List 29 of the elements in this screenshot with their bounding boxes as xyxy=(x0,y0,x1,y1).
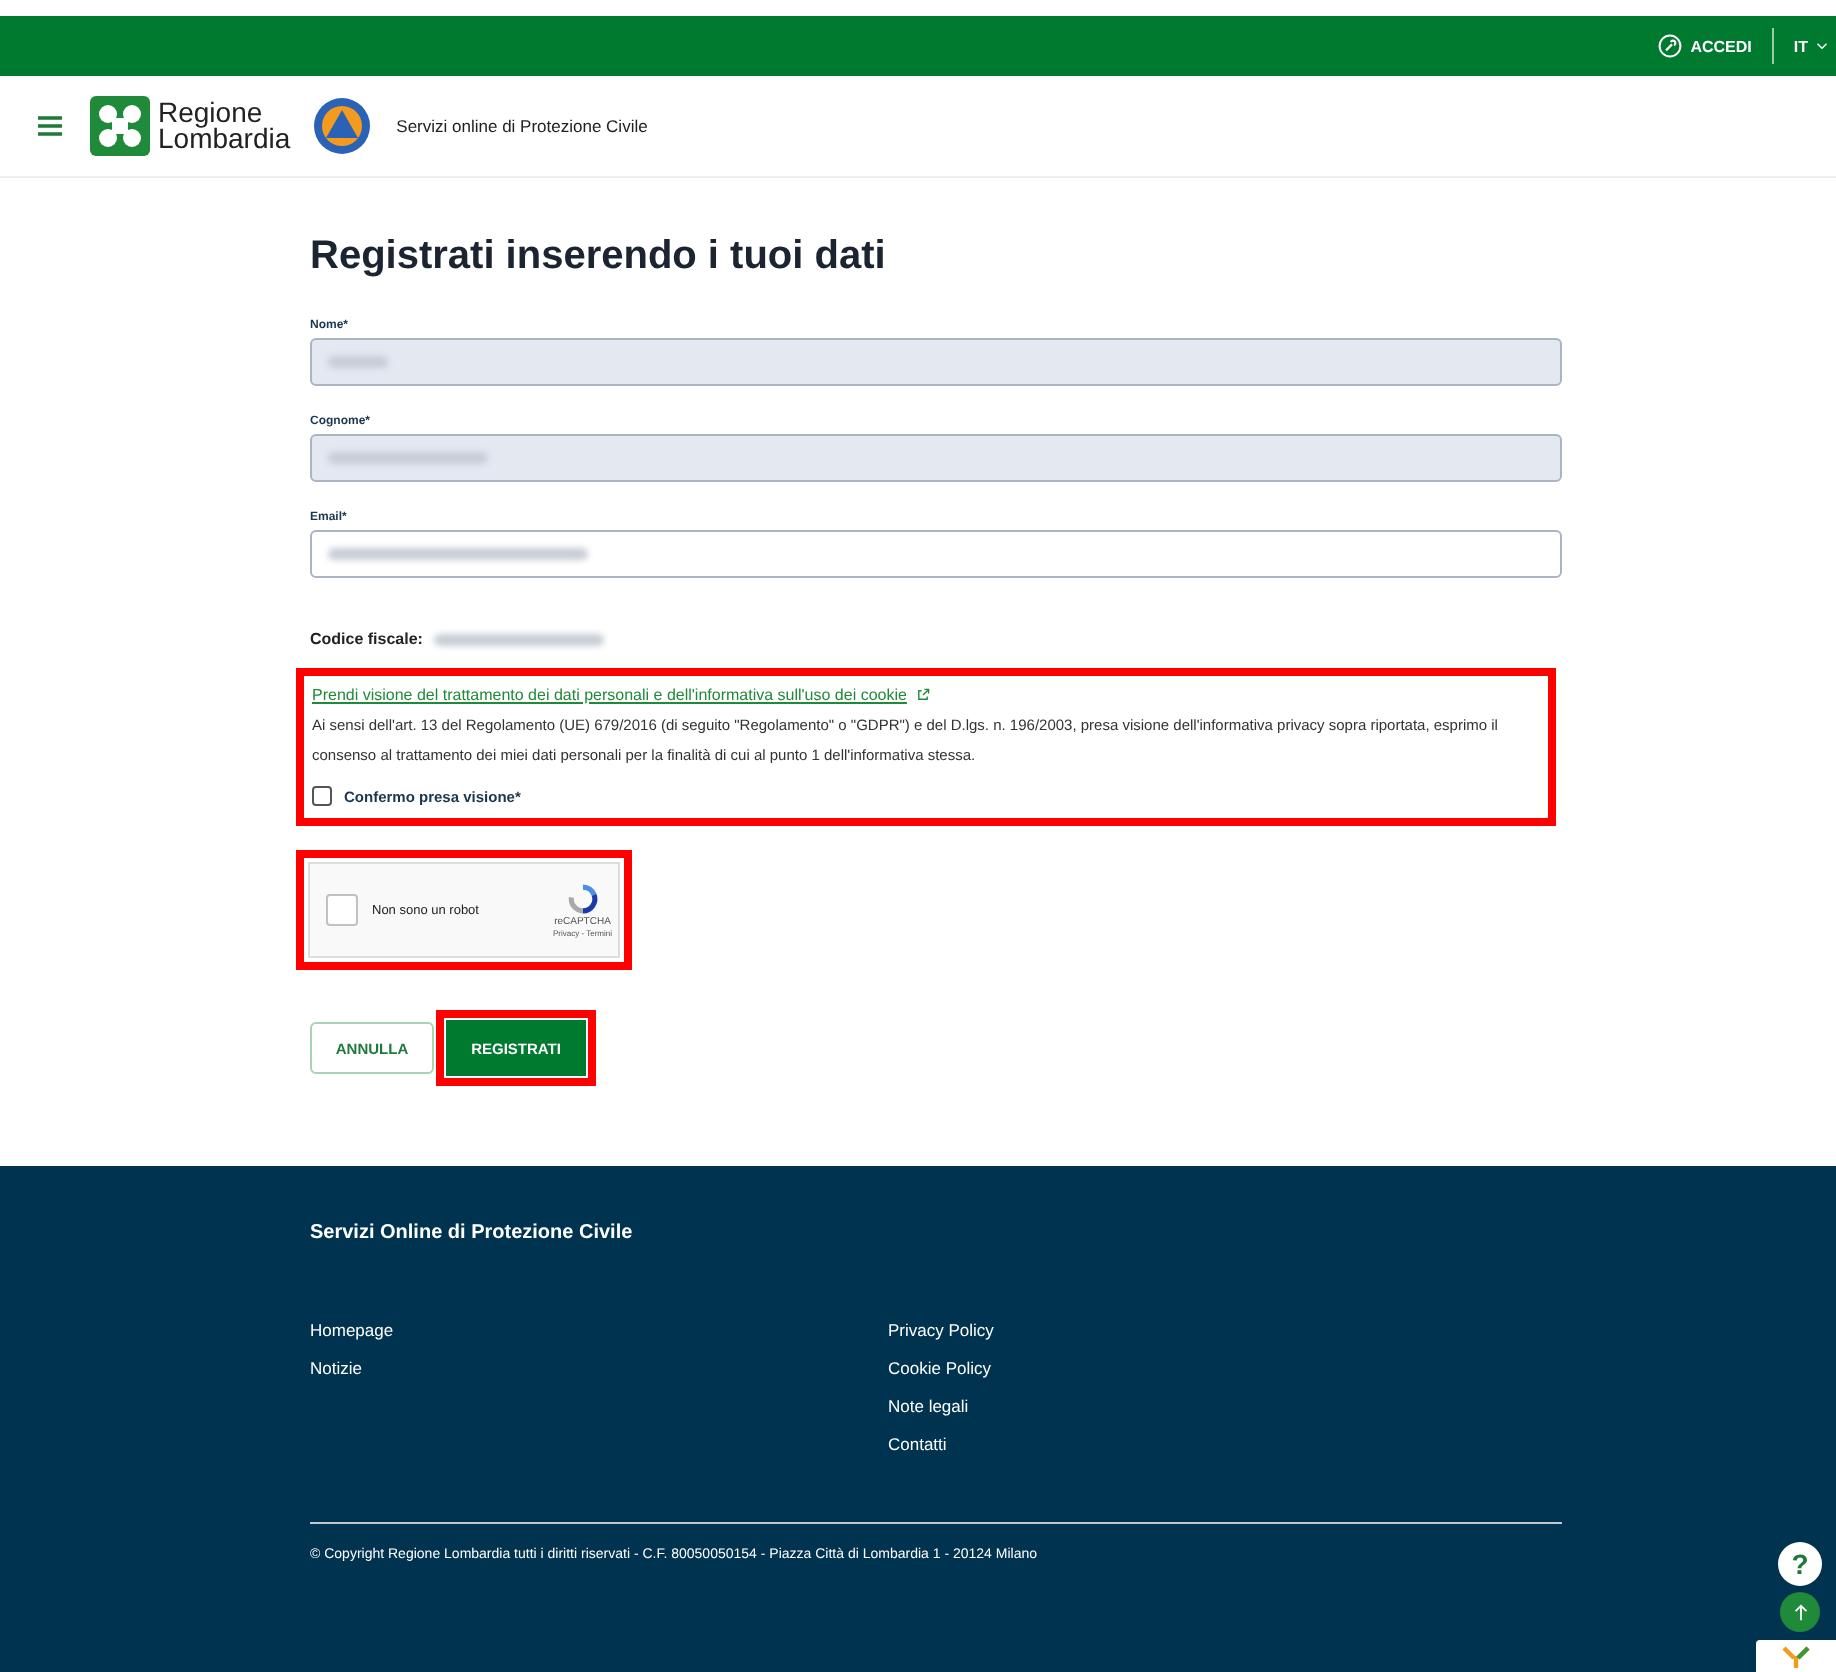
civil-protection-logo-icon xyxy=(312,96,373,156)
logo-text: Regione xyxy=(158,100,263,126)
footer-link[interactable]: Cookie Policy xyxy=(888,1356,1466,1382)
privacy-link[interactable]: Prendi visione del trattamento dei dati personali e dell'informativa sull'uso dei cookie xyxy=(312,686,907,704)
arrow-up-icon xyxy=(1791,1603,1809,1621)
caret-icon xyxy=(1816,42,1828,50)
footer-link[interactable]: Notizie xyxy=(310,1356,888,1382)
footer-link[interactable]: Contatti xyxy=(888,1432,1466,1458)
fiscal-code-label: Codice fiscale: xyxy=(310,630,423,648)
input-field[interactable] xyxy=(310,530,1562,578)
logo-text: Lombardia xyxy=(158,126,291,152)
language-selector[interactable]: IT xyxy=(1793,37,1828,55)
footer-link[interactable]: Note legali xyxy=(888,1394,1466,1420)
help-button[interactable]: ? xyxy=(1778,1542,1822,1586)
external-link-icon xyxy=(916,688,931,702)
footer-title: Servizi Online di Protezione Civile xyxy=(310,1222,635,1244)
recaptcha-icon xyxy=(565,882,600,916)
footer-link[interactable]: Homepage xyxy=(310,1318,888,1344)
login-button[interactable]: ACCEDI xyxy=(1658,34,1752,58)
checkbox[interactable] xyxy=(312,786,332,806)
leaf-icon xyxy=(1780,1644,1812,1668)
back-to-top-button[interactable] xyxy=(1780,1592,1820,1632)
footer-link[interactable]: Privacy Policy xyxy=(888,1318,1466,1344)
redacted-value xyxy=(328,356,388,368)
page-title: Registrati inserendo i tuoi dati xyxy=(310,234,888,280)
regione-logo-icon xyxy=(90,96,150,156)
menu-icon[interactable] xyxy=(36,114,64,138)
service-title: Servizi online di Protezione Civile xyxy=(396,116,648,136)
checkbox[interactable] xyxy=(326,894,358,926)
